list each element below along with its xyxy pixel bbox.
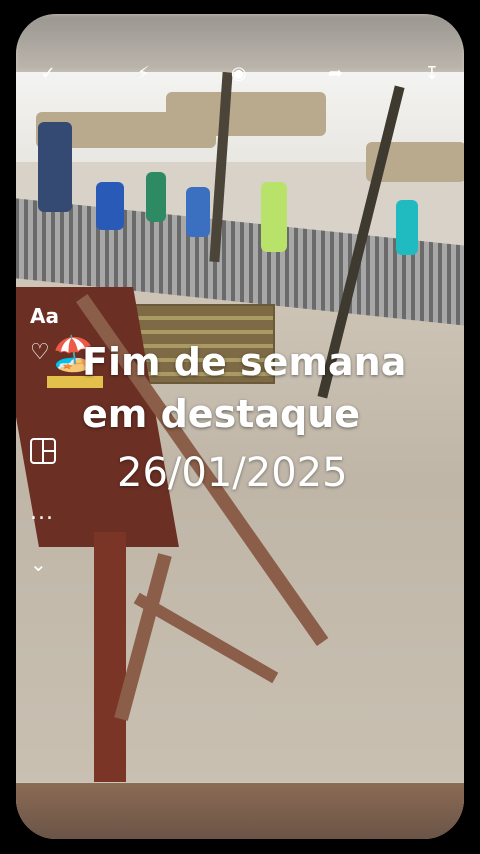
title-line-1: Fim de semana xyxy=(82,340,407,384)
person xyxy=(38,122,72,212)
flash-icon[interactable]: ⚡ xyxy=(137,63,150,84)
bottom-blur xyxy=(16,783,464,839)
title-line-2: em destaque xyxy=(82,392,361,436)
person xyxy=(396,200,418,255)
more-options-button[interactable]: ... xyxy=(30,500,54,525)
chevron-down-icon[interactable]: ⌄ xyxy=(30,552,47,576)
camera-icon[interactable]: ◉ xyxy=(231,63,247,84)
forward-icon[interactable]: ➦ xyxy=(328,63,343,84)
person xyxy=(146,172,166,222)
story-title[interactable]: Fim de semana em destaque xyxy=(82,336,442,440)
thatched-roof xyxy=(166,92,326,136)
table-leg xyxy=(94,532,126,782)
download-icon[interactable]: ↧ xyxy=(424,63,439,84)
editor-toolbar: ✓ ⚡ ◉ ➦ ↧ xyxy=(0,58,480,88)
person xyxy=(186,187,210,237)
story-date[interactable]: 26/01/2025 xyxy=(117,450,348,496)
back-icon[interactable]: ✓ xyxy=(41,63,56,84)
layout-icon[interactable] xyxy=(30,438,56,464)
person xyxy=(261,182,287,252)
sticker-icon[interactable]: ♡ xyxy=(30,340,50,365)
text-tool-button[interactable]: Aa xyxy=(30,304,59,328)
person xyxy=(96,182,124,230)
